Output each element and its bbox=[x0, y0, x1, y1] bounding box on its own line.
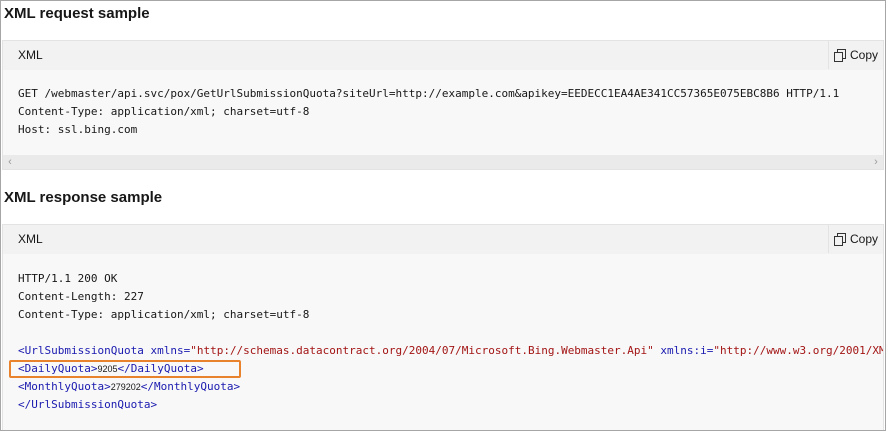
request-code-body: GET /webmaster/api.svc/pox/GetUrlSubmiss… bbox=[3, 70, 883, 155]
response-language-label: XML bbox=[18, 232, 43, 246]
response-header-line: HTTP/1.1 200 OK bbox=[18, 272, 118, 285]
response-copy-label: Copy bbox=[849, 232, 878, 246]
response-code-header: XML Copy bbox=[3, 225, 883, 255]
response-header-line: Content-Type: application/xml; charset=u… bbox=[18, 308, 310, 321]
copy-icon bbox=[833, 48, 847, 62]
xml-daily-quota-line: <DailyQuota>9205</DailyQuota> bbox=[18, 360, 883, 378]
response-copy-button[interactable]: Copy bbox=[828, 225, 883, 253]
response-code: HTTP/1.1 200 OK Content-Length: 227 Conten… bbox=[18, 270, 883, 414]
response-section-title: XML response sample bbox=[4, 189, 163, 206]
xml-daily-close-tag: </DailyQuota> bbox=[117, 362, 204, 375]
xml-xmlns-value: "http://schemas.datacontract.org/2004/07… bbox=[190, 344, 654, 357]
request-language-label: XML bbox=[18, 48, 43, 62]
xml-root-close-tag: </UrlSubmissionQuota> bbox=[18, 398, 158, 411]
monthly-quota-value: 279202 bbox=[110, 382, 141, 392]
response-blank-line bbox=[18, 324, 883, 342]
xml-xmlns-i-attr: xmlns:i= bbox=[653, 344, 714, 357]
xml-daily-open-tag: <DailyQuota> bbox=[18, 362, 98, 375]
xml-root-close-line: </UrlSubmissionQuota> bbox=[18, 396, 883, 414]
xml-root-open-line: <UrlSubmissionQuota xmlns="http://schema… bbox=[18, 342, 883, 360]
request-code: GET /webmaster/api.svc/pox/GetUrlSubmiss… bbox=[18, 85, 839, 139]
xml-monthly-open-tag: <MonthlyQuota> bbox=[18, 380, 111, 393]
daily-quota-value: 9205 bbox=[97, 364, 118, 374]
xml-xmlns-attr: xmlns= bbox=[143, 344, 191, 357]
request-copy-label: Copy bbox=[849, 48, 878, 62]
request-horizontal-scrollbar[interactable]: ‹ › bbox=[3, 155, 883, 169]
request-line-3: Host: ssl.bing.com bbox=[18, 123, 138, 136]
request-code-header: XML Copy bbox=[3, 41, 883, 71]
request-code-block: XML Copy GET /webmaster/api.svc/pox/GetU… bbox=[2, 40, 884, 170]
response-header-line: Content-Length: 227 bbox=[18, 290, 144, 303]
chevron-right-icon[interactable]: › bbox=[869, 155, 883, 169]
chevron-left-icon[interactable]: ‹ bbox=[3, 155, 17, 169]
response-code-body: HTTP/1.1 200 OK Content-Length: 227 Conten… bbox=[3, 254, 883, 430]
xml-monthly-close-tag: </MonthlyQuota> bbox=[140, 380, 241, 393]
request-section-title: XML request sample bbox=[4, 5, 150, 22]
request-line-1: GET /webmaster/api.svc/pox/GetUrlSubmiss… bbox=[18, 87, 840, 100]
xml-root-open-tag: <UrlSubmissionQuota bbox=[18, 344, 144, 357]
xml-monthly-quota-line: <MonthlyQuota>279202</MonthlyQuota> bbox=[18, 378, 883, 396]
request-copy-button[interactable]: Copy bbox=[828, 41, 883, 69]
request-line-2: Content-Type: application/xml; charset=u… bbox=[18, 105, 310, 118]
response-code-block: XML Copy HTTP/1.1 200 OK Content-Length: … bbox=[2, 224, 884, 430]
copy-icon bbox=[833, 232, 847, 246]
xml-xmlns-i-value: "http://www.w3.org/2001/XMLSchema-instan… bbox=[713, 344, 883, 357]
